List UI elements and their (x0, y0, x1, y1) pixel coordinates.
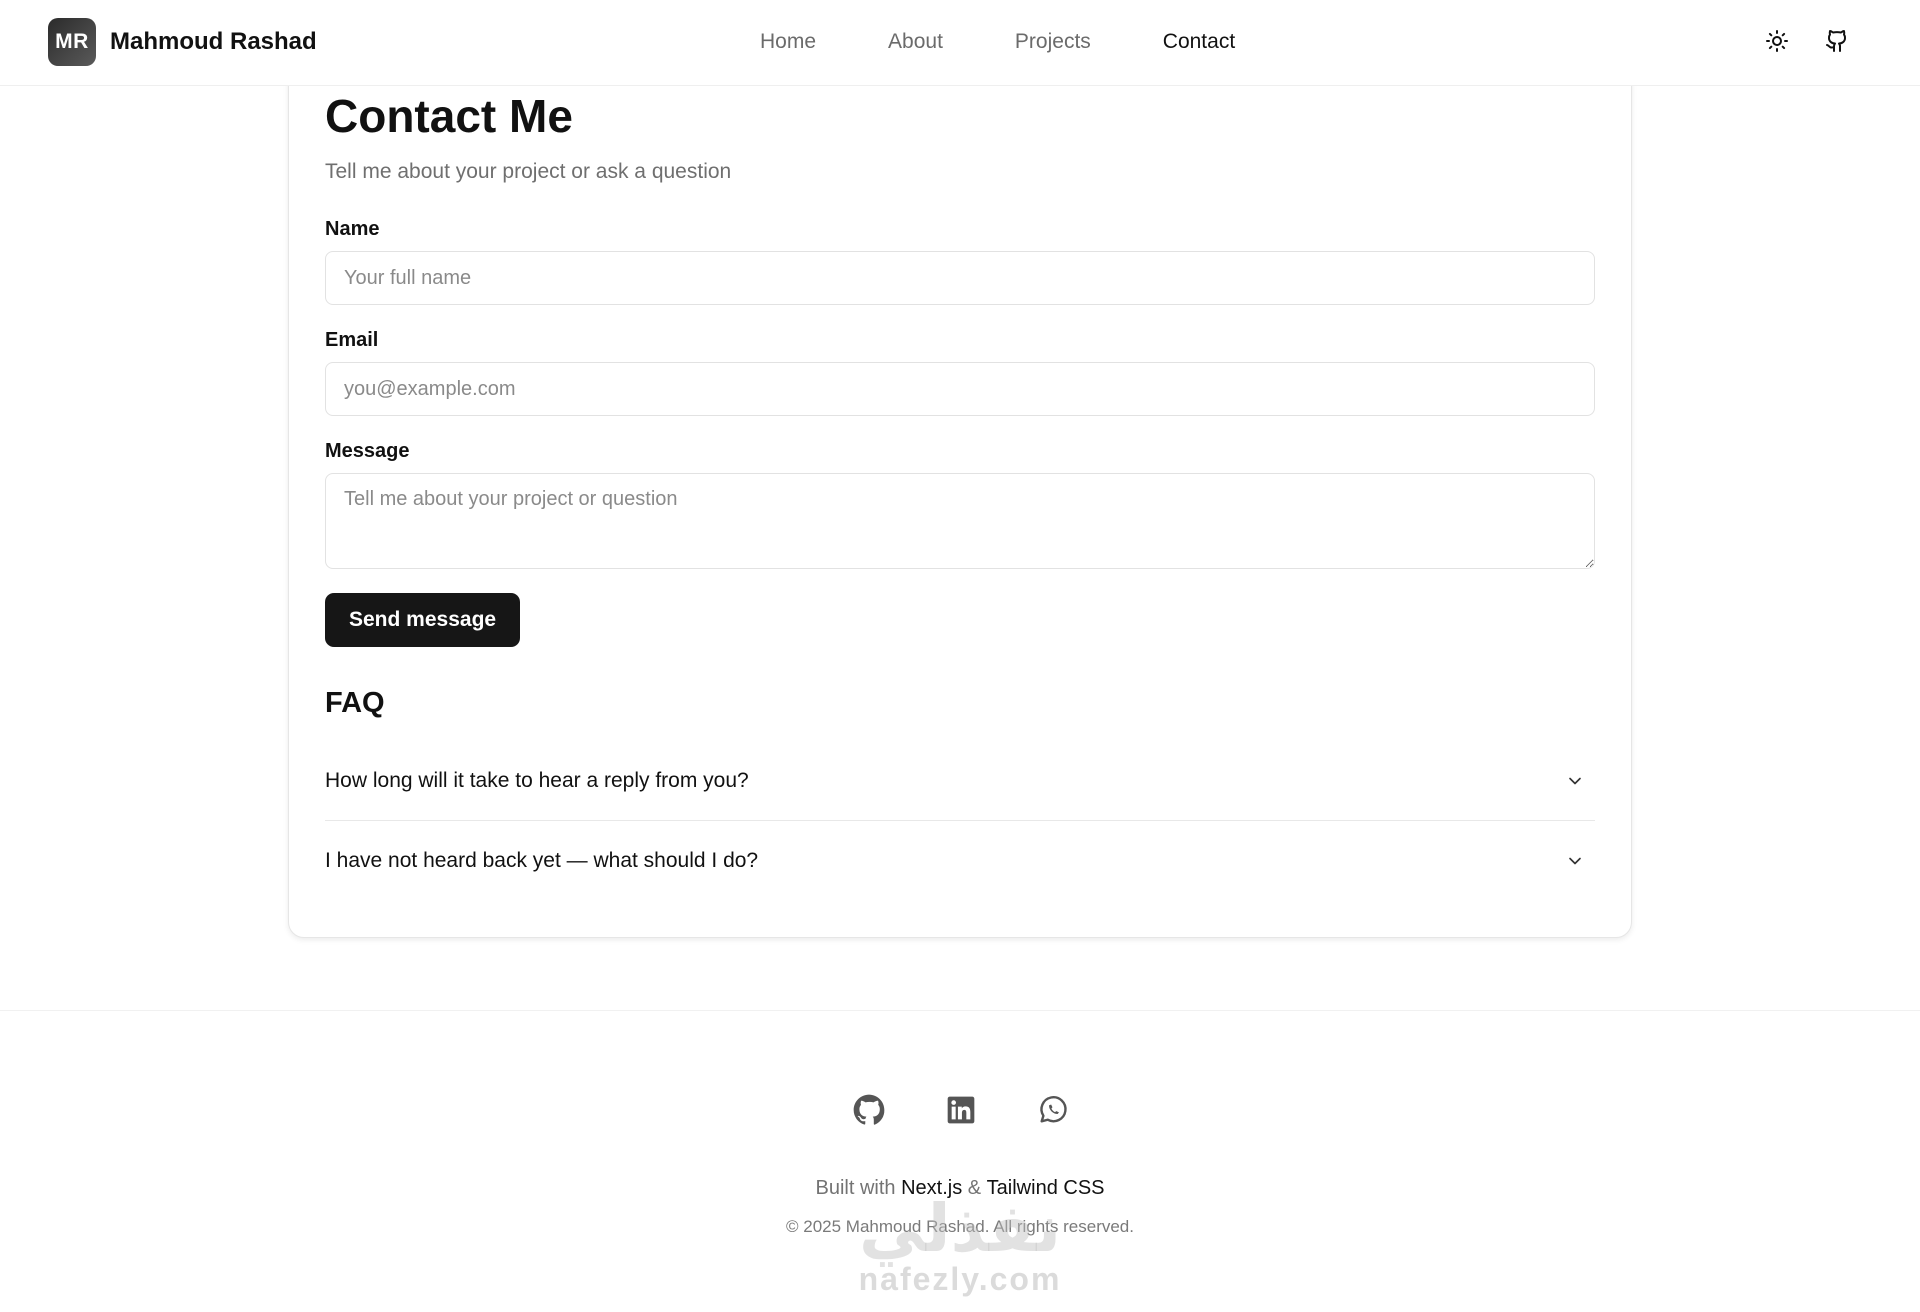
faq-question: I have not heard back yet — what should … (325, 848, 759, 872)
built-with-text: Built with Next.js & Tailwind CSS (0, 1177, 1920, 1200)
nav-projects[interactable]: Projects (1015, 30, 1091, 54)
github-link[interactable] (852, 1093, 886, 1127)
brand-name: Mahmoud Rashad (110, 28, 317, 55)
email-label: Email (325, 329, 379, 351)
header-actions (1764, 28, 1850, 54)
page-title: Contact Me (325, 90, 573, 142)
linkedin-icon (947, 1096, 975, 1124)
faq-list: How long will it take to hear a reply fr… (325, 742, 1595, 900)
whatsapp-icon (1040, 1096, 1067, 1123)
nextjs-link[interactable]: Next.js (901, 1177, 962, 1199)
nav-contact[interactable]: Contact (1163, 30, 1235, 54)
linkedin-link[interactable] (944, 1093, 978, 1127)
email-input[interactable] (325, 362, 1595, 416)
chevron-down-icon (1569, 857, 1581, 864)
brand[interactable]: MR Mahmoud Rashad (48, 18, 317, 66)
site-header: MR Mahmoud Rashad Home About Projects Co… (0, 0, 1920, 86)
built-prefix: Built with (815, 1177, 896, 1199)
nav-home[interactable]: Home (760, 30, 816, 54)
github-header-button[interactable] (1824, 28, 1850, 54)
faq-item[interactable]: I have not heard back yet — what should … (325, 821, 1595, 900)
github-icon (853, 1094, 885, 1125)
name-label: Name (325, 218, 380, 240)
contact-section: Contact Me Tell me about your project or… (325, 88, 1595, 900)
social-links (852, 1093, 1070, 1127)
sun-icon (1766, 30, 1788, 52)
faq-title: FAQ (325, 687, 385, 719)
whatsapp-link[interactable] (1036, 1093, 1070, 1127)
faq-question: How long will it take to hear a reply fr… (325, 769, 749, 792)
faq-item[interactable]: How long will it take to hear a reply fr… (325, 742, 1595, 821)
tailwind-link[interactable]: Tailwind CSS (987, 1177, 1105, 1199)
chevron-down-icon (1569, 777, 1581, 785)
page-subtitle: Tell me about your project or ask a ques… (325, 160, 732, 183)
site-footer: Built with Next.js & Tailwind CSS © 2025… (0, 1010, 1920, 1312)
main-nav: Home About Projects Contact (760, 30, 1307, 54)
built-ampersand: & (967, 1177, 982, 1199)
github-icon (1826, 30, 1847, 52)
theme-toggle-button[interactable] (1764, 28, 1790, 54)
logo-badge: MR (48, 18, 96, 66)
message-textarea[interactable] (325, 473, 1595, 569)
nav-about[interactable]: About (888, 30, 943, 54)
name-input[interactable] (325, 251, 1595, 305)
send-message-button[interactable]: Send message (325, 593, 521, 647)
message-label: Message (325, 440, 410, 462)
copyright-text: © 2025 Mahmoud Rashad. All rights reserv… (786, 1217, 1134, 1236)
contact-form: Name Email Message Send message (325, 218, 1595, 647)
